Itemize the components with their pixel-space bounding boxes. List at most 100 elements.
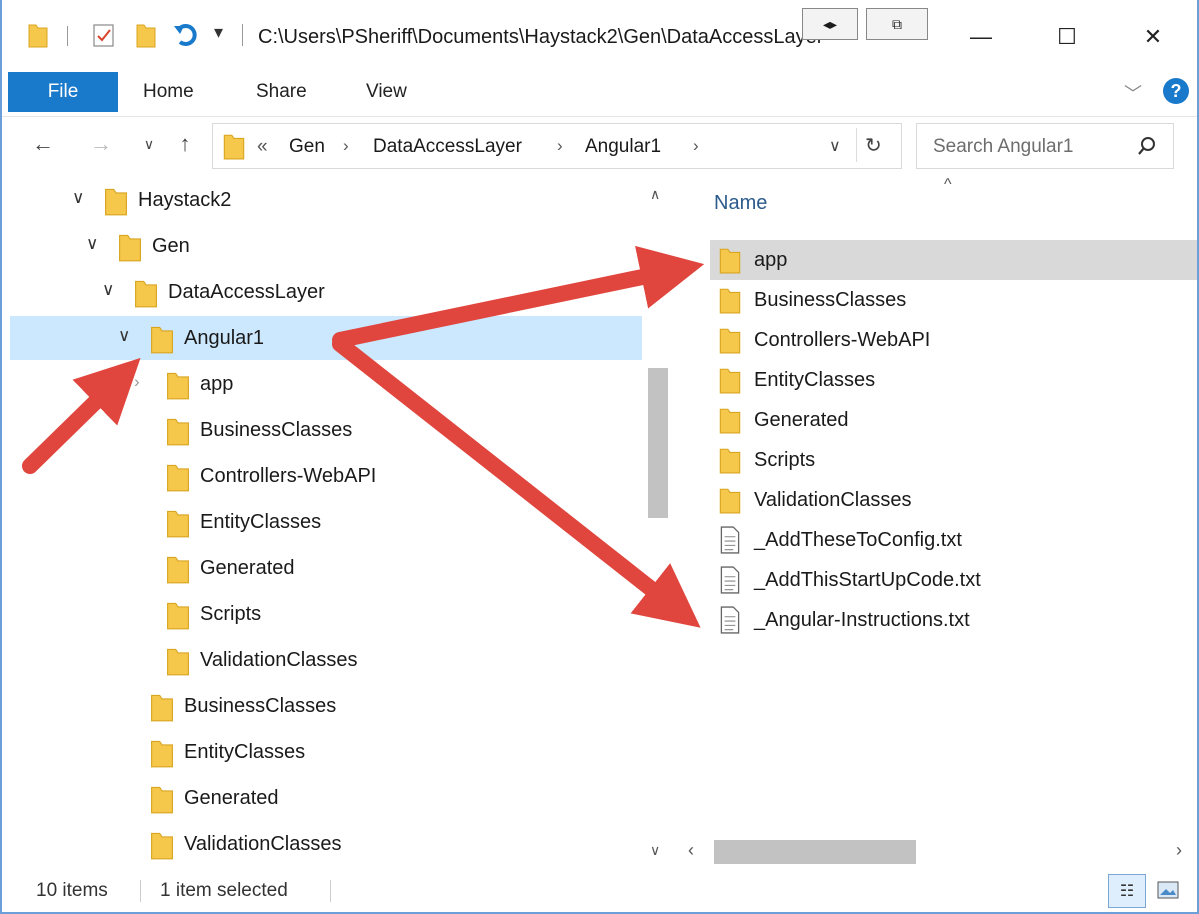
tab-home[interactable]: Home	[143, 72, 194, 112]
recent-locations-icon[interactable]: ∨	[132, 127, 166, 161]
breadcrumb-dataaccesslayer[interactable]: DataAccessLayer	[373, 136, 522, 158]
search-icon[interactable]	[1137, 136, 1157, 156]
column-header-name[interactable]: Name	[714, 192, 767, 215]
tree-item-label: Generated	[200, 557, 295, 579]
back-arrow-icon[interactable]: ←	[26, 127, 60, 161]
folder-icon	[151, 740, 173, 768]
folder-list-item[interactable]: Scripts	[710, 440, 1199, 480]
tree-item[interactable]: ValidationClasses	[10, 822, 642, 866]
folder-icon	[719, 488, 741, 514]
divider	[330, 880, 331, 902]
folder-icon[interactable]	[28, 22, 48, 48]
tree-item[interactable]: Generated	[10, 546, 642, 590]
search-input[interactable]: Search Angular1	[916, 123, 1174, 169]
tree-item[interactable]: ValidationClasses	[10, 638, 642, 682]
divider	[140, 880, 141, 902]
new-folder-icon[interactable]	[136, 22, 156, 48]
nav-pane-scrollbar[interactable]: ∧ ∨	[642, 178, 674, 868]
tab-file[interactable]: File	[8, 72, 118, 112]
details-view-icon[interactable]: ☷	[1108, 874, 1146, 908]
address-bar[interactable]: « Gen › DataAccessLayer › Angular1 › ∨ ↻	[212, 123, 902, 169]
expand-ribbon-icon[interactable]: ﹀	[1124, 80, 1142, 106]
chevron-right-icon[interactable]: ›	[343, 136, 349, 156]
chevron-down-icon[interactable]: ∨	[72, 188, 84, 208]
tree-item[interactable]: ∨ Haystack2	[10, 178, 642, 222]
tree-item[interactable]: › app	[10, 362, 642, 406]
minimize-button[interactable]: —	[958, 14, 1004, 60]
chevron-down-icon[interactable]: ∨	[86, 234, 98, 254]
divider	[856, 128, 857, 162]
maximize-button[interactable]: ☐	[1044, 14, 1090, 60]
tree-item[interactable]: ∨ DataAccessLayer	[10, 270, 642, 314]
tree-item-label: Haystack2	[138, 189, 232, 211]
forward-arrow-icon[interactable]: →	[84, 127, 118, 161]
folder-list-item[interactable]: app	[710, 240, 1199, 280]
breadcrumb-angular1[interactable]: Angular1	[585, 136, 661, 158]
folder-icon	[167, 602, 189, 630]
tree-item[interactable]: EntityClasses	[10, 730, 642, 774]
file-list-item[interactable]: _AddTheseToConfig.txt	[710, 520, 1199, 560]
folder-icon	[167, 464, 189, 492]
tree-item[interactable]: Generated	[10, 776, 642, 820]
text-file-icon	[720, 606, 740, 634]
chevron-down-icon[interactable]: ∨	[102, 280, 114, 300]
tree-item[interactable]: ∨ Gen	[10, 224, 642, 268]
close-button[interactable]: ✕	[1130, 14, 1176, 60]
breadcrumb-overflow[interactable]: «	[257, 136, 268, 158]
search-placeholder: Search Angular1	[933, 136, 1074, 157]
tree-item[interactable]: EntityClasses	[10, 500, 642, 544]
folder-icon	[167, 510, 189, 538]
chevron-right-icon[interactable]: ›	[693, 136, 699, 156]
folder-list-item[interactable]: Generated	[710, 400, 1199, 440]
file-name: Generated	[754, 409, 849, 431]
scroll-left-icon[interactable]: ‹	[688, 840, 694, 861]
folder-icon	[151, 832, 173, 860]
scroll-up-icon[interactable]: ∧	[650, 186, 660, 203]
scrollbar-thumb[interactable]	[714, 840, 916, 864]
undo-icon[interactable]	[172, 22, 200, 48]
snap-window-icon[interactable]: ⧉	[866, 8, 928, 40]
item-count: 10 items	[36, 880, 108, 901]
chevron-down-icon[interactable]: ∨	[829, 136, 841, 156]
folder-icon	[167, 418, 189, 446]
title-bar: ▾ C:\Users\PSheriff\Documents\Haystack2\…	[0, 0, 1199, 72]
file-list-scrollbar[interactable]: ‹ ›	[680, 838, 1199, 868]
folder-list-item[interactable]: BusinessClasses	[710, 280, 1199, 320]
toolbar-divider	[67, 26, 68, 46]
tree-item[interactable]: Scripts	[10, 592, 642, 636]
folder-icon	[151, 694, 173, 722]
tree-item[interactable]: BusinessClasses	[10, 684, 642, 728]
file-name: _AddThisStartUpCode.txt	[754, 569, 981, 591]
large-icons-view-icon[interactable]	[1152, 874, 1184, 906]
chevron-right-icon[interactable]: ›	[134, 372, 140, 392]
folder-icon	[135, 280, 157, 308]
scroll-right-icon[interactable]: ›	[1176, 840, 1182, 861]
refresh-icon[interactable]: ↻	[865, 133, 882, 158]
help-icon[interactable]: ?	[1163, 78, 1189, 104]
file-list-item[interactable]: _AddThisStartUpCode.txt	[710, 560, 1199, 600]
tab-view[interactable]: View	[366, 72, 407, 112]
folder-list-item[interactable]: EntityClasses	[710, 360, 1199, 400]
file-list-item[interactable]: _Angular-Instructions.txt	[710, 600, 1199, 640]
tree-item[interactable]: Controllers-WebAPI	[10, 454, 642, 498]
toolbar-divider	[242, 24, 243, 46]
folder-list-item[interactable]: Controllers-WebAPI	[710, 320, 1199, 360]
tree-item[interactable]: ∨ Angular1	[10, 316, 642, 360]
folder-icon	[167, 372, 189, 400]
chevron-down-icon[interactable]: ∨	[118, 326, 130, 346]
properties-icon[interactable]	[92, 22, 116, 48]
scroll-down-icon[interactable]: ∨	[650, 842, 660, 859]
tab-share[interactable]: Share	[256, 72, 307, 112]
folder-icon	[719, 288, 741, 314]
up-arrow-icon[interactable]: ↑	[168, 127, 202, 161]
tree-item-label: Angular1	[184, 327, 265, 349]
snap-left-right-icon[interactable]: ◂▸	[802, 8, 858, 40]
folder-list-item[interactable]: ValidationClasses	[710, 480, 1199, 520]
customize-toolbar-icon[interactable]: ▾	[214, 22, 223, 43]
breadcrumb-gen[interactable]: Gen	[289, 136, 325, 158]
tree-item-label: Generated	[184, 787, 279, 809]
text-file-icon	[720, 526, 740, 554]
scrollbar-thumb[interactable]	[648, 368, 668, 518]
tree-item[interactable]: BusinessClasses	[10, 408, 642, 452]
chevron-right-icon[interactable]: ›	[557, 136, 563, 156]
